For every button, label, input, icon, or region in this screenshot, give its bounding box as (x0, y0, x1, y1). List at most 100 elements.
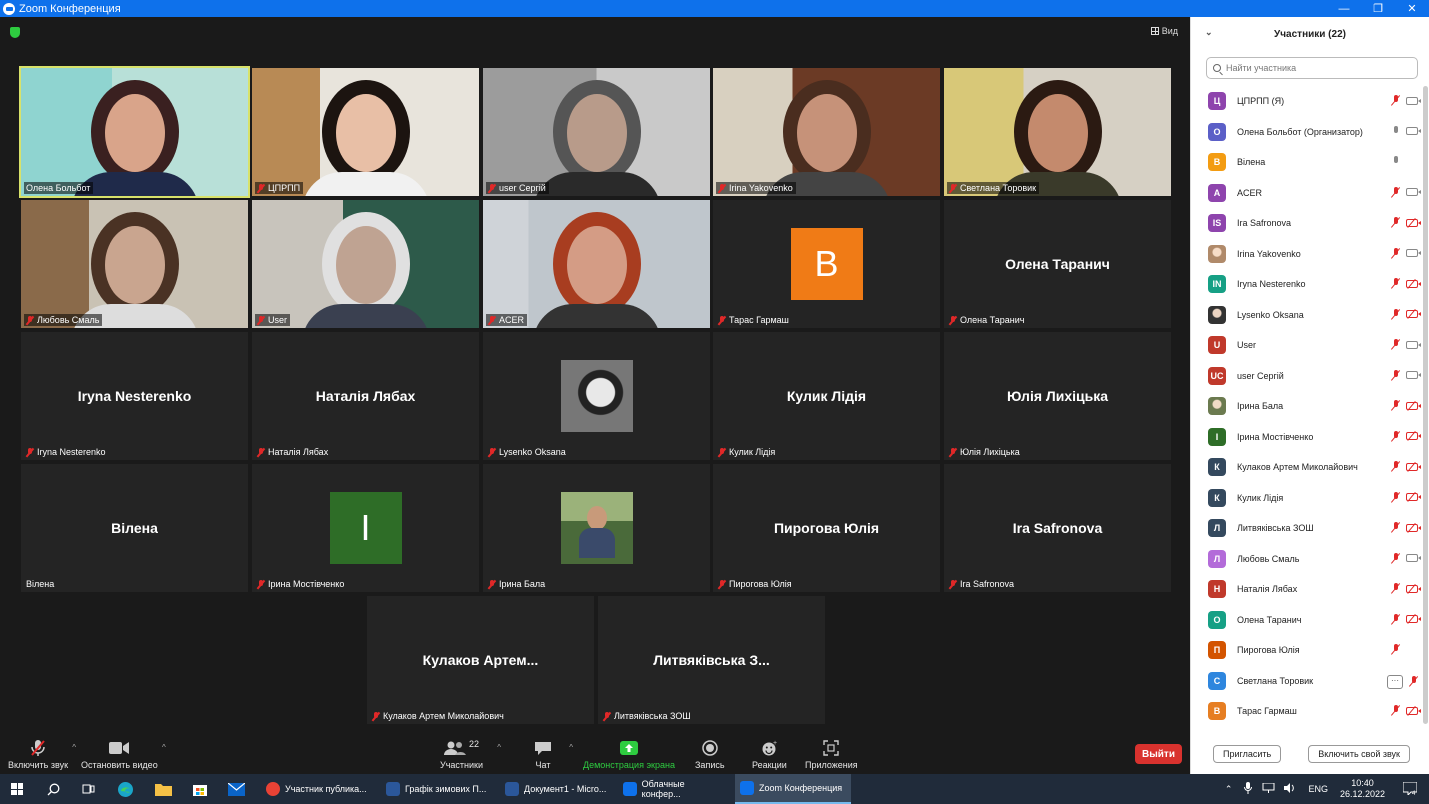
participant-row[interactable]: Ц ЦПРПП (Я) (1191, 86, 1429, 117)
mic-tray-icon[interactable] (1244, 782, 1253, 796)
participant-row[interactable]: Л Литвяківська ЗОШ (1191, 513, 1429, 544)
video-tile[interactable]: Олена Таранич Олена Таранич (944, 200, 1171, 328)
leave-button[interactable]: Выйти (1135, 744, 1182, 764)
video-tile[interactable]: Ірина Бала (483, 464, 710, 592)
participant-list-scrollbar[interactable] (1423, 86, 1428, 724)
tray-overflow-icon[interactable]: ⌃ (1225, 784, 1233, 795)
record-button[interactable]: Запись (695, 739, 725, 770)
video-tile[interactable]: Кулик Лідія Кулик Лідія (713, 332, 940, 460)
participant-name: User (1237, 340, 1257, 351)
participant-row[interactable]: A ACER (1191, 178, 1429, 209)
search-participant-input[interactable]: Найти участника (1206, 57, 1418, 79)
participant-row[interactable]: UC user Сергій (1191, 361, 1429, 392)
participant-row[interactable]: О Олена Больбот (Организатор) (1191, 117, 1429, 148)
close-button[interactable]: ✕ (1395, 0, 1429, 17)
participant-row[interactable]: В Тарас Гармаш (1191, 696, 1429, 727)
view-button[interactable]: Вид (1150, 26, 1178, 36)
mic-muted-icon (1391, 339, 1400, 350)
video-tile[interactable]: Литвяківська З... Литвяківська ЗОШ (598, 596, 825, 724)
taskbar-app-button[interactable]: Облачные конфер... (618, 774, 729, 804)
participant-row[interactable]: О Олена Таранич (1191, 605, 1429, 636)
unmute-self-button[interactable]: Включить свой звук (1308, 745, 1410, 763)
taskbar-app-button[interactable]: Участник публика... (261, 774, 374, 804)
video-tile[interactable]: Наталія Лябах Наталія Лябах (252, 332, 479, 460)
chat-options-caret[interactable]: ^ (569, 743, 573, 752)
taskbar-app-button[interactable]: Документ1 - Micro... (500, 774, 612, 804)
mail-icon[interactable] (228, 774, 245, 804)
video-tile[interactable]: Любовь Смаль (21, 200, 248, 328)
volume-icon[interactable] (1284, 783, 1296, 795)
video-tile[interactable]: user Сергій (483, 68, 710, 196)
apps-label: Приложения (805, 760, 858, 770)
participant-row[interactable]: U User (1191, 330, 1429, 361)
video-tile[interactable]: ЦПРПП (252, 68, 479, 196)
unmute-button[interactable]: Включить звук ^ (8, 739, 76, 770)
video-tile[interactable]: Светлана Торовик (944, 68, 1171, 196)
taskbar-app-button[interactable]: Zoom Конференция (735, 774, 851, 804)
video-tile[interactable]: Ira Safronova Ira Safronova (944, 464, 1171, 592)
apps-button[interactable]: Приложения (805, 739, 858, 770)
clock[interactable]: 10:40 26.12.2022 (1340, 778, 1385, 800)
video-tile[interactable]: Олена Больбот (19, 66, 250, 198)
participant-row[interactable]: IS Ira Safronova (1191, 208, 1429, 239)
participant-row[interactable]: Irina Yakovenko (1191, 239, 1429, 270)
participant-row[interactable]: І Ірина Мостівченко (1191, 422, 1429, 453)
mic-icon (1391, 125, 1400, 137)
minimize-button[interactable]: — (1327, 0, 1361, 17)
tile-name-label: Ira Safronova (947, 578, 1017, 590)
video-tile[interactable]: I Ірина Мостівченко (252, 464, 479, 592)
shield-icon[interactable] (10, 27, 20, 38)
share-screen-button[interactable]: Демонстрация экрана (583, 739, 675, 770)
search-placeholder: Найти участника (1226, 63, 1297, 73)
store-icon[interactable] (192, 774, 208, 804)
participant-row[interactable]: IN Iryna Nesterenko (1191, 269, 1429, 300)
participant-list[interactable]: Ц ЦПРПП (Я) О Олена Больбот (Организатор) В В… (1191, 86, 1429, 734)
participant-row[interactable]: П Пирогова Юлія (1191, 635, 1429, 666)
chevron-down-icon[interactable]: ⌄ (1205, 27, 1213, 38)
more-options-icon[interactable]: ··· (1387, 674, 1403, 689)
video-tile[interactable]: Irina Yakovenko (713, 68, 940, 196)
video-tile[interactable]: Вілена Вілена (21, 464, 248, 592)
participants-button[interactable]: 22 Участники ^ (440, 739, 501, 770)
participant-row[interactable]: Ірина Бала (1191, 391, 1429, 422)
network-icon[interactable] (1262, 782, 1275, 795)
audio-options-caret[interactable]: ^ (72, 743, 76, 752)
video-tile[interactable]: Пирогова Юлія Пирогова Юлія (713, 464, 940, 592)
task-view-icon[interactable] (82, 774, 95, 804)
participants-count: 22 (468, 739, 479, 749)
participant-row[interactable]: Lysenko Oksana (1191, 300, 1429, 331)
video-tile[interactable]: Iryna Nesterenko Iryna Nesterenko (21, 332, 248, 460)
chat-button[interactable]: Чат ^ (535, 739, 573, 770)
search-taskbar-icon[interactable] (47, 774, 60, 804)
video-tile[interactable]: ACER (483, 200, 710, 328)
participant-row[interactable]: К Кулаков Артем Миколайович (1191, 452, 1429, 483)
reactions-button[interactable]: + Реакции (752, 739, 787, 770)
video-tile[interactable]: Юлія Лихіцька Юлія Лихіцька (944, 332, 1171, 460)
video-tile[interactable]: Lysenko Oksana (483, 332, 710, 460)
participant-row[interactable]: Л Любовь Смаль (1191, 544, 1429, 575)
stop-video-button[interactable]: Остановить видео ^ (81, 739, 166, 770)
video-tile[interactable]: Кулаков Артем... Кулаков Артем Миколайови… (367, 596, 594, 724)
participant-row[interactable]: С Светлана Торовик ··· (1191, 666, 1429, 697)
participant-row[interactable]: К Кулик Лідія (1191, 483, 1429, 514)
grid-icon (1150, 27, 1159, 35)
participant-row[interactable]: В Вілена (1191, 147, 1429, 178)
video-options-caret[interactable]: ^ (162, 743, 166, 752)
participant-name: Кулаков Артем Миколайович (1237, 462, 1358, 473)
video-tile[interactable]: User (252, 200, 479, 328)
edge-icon[interactable] (117, 774, 134, 804)
taskbar-app-button[interactable]: Графік зимових П... (381, 774, 493, 804)
start-button[interactable] (11, 774, 23, 804)
notifications-icon[interactable]: 4 (1402, 781, 1418, 797)
invite-button[interactable]: Пригласить (1213, 745, 1282, 763)
display-name: Кулаков Артем... (422, 652, 539, 668)
avatar (1208, 244, 1226, 263)
file-explorer-icon[interactable] (155, 774, 172, 804)
participant-name: Литвяківська ЗОШ (614, 711, 691, 721)
participants-options-caret[interactable]: ^ (497, 743, 501, 752)
display-name: Олена Таранич (1005, 256, 1110, 272)
video-tile[interactable]: B Тарас Гармаш (713, 200, 940, 328)
participant-row[interactable]: Н Наталія Лябах (1191, 574, 1429, 605)
maximize-button[interactable]: ❐ (1361, 0, 1395, 17)
language-indicator[interactable]: ENG (1308, 784, 1328, 794)
